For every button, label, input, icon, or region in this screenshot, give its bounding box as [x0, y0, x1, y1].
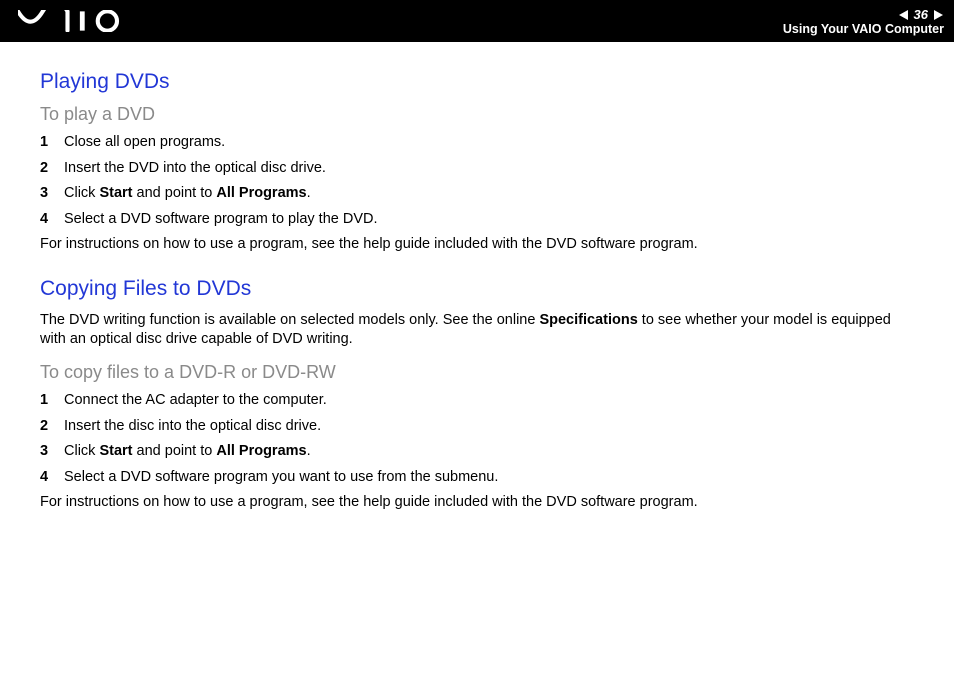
step-row: 2 Insert the DVD into the optical disc d… — [40, 159, 914, 179]
step-text: Click Start and point to All Programs. — [64, 184, 914, 204]
heading-copying-dvds: Copying Files to DVDs — [40, 277, 914, 301]
step-row: 3 Click Start and point to All Programs. — [40, 442, 914, 462]
step-row: 4 Select a DVD software program to play … — [40, 210, 914, 230]
section-copying: Copying Files to DVDs The DVD writing fu… — [40, 277, 914, 513]
step-text: Click Start and point to All Programs. — [64, 442, 914, 462]
step-row: 3 Click Start and point to All Programs. — [40, 184, 914, 204]
header-bar: 36 Using Your VAIO Computer — [0, 0, 954, 42]
step-number: 2 — [40, 159, 64, 179]
prev-page-icon[interactable] — [898, 9, 910, 21]
header-right: 36 Using Your VAIO Computer — [783, 6, 944, 36]
step-number: 2 — [40, 417, 64, 437]
note-text: For instructions on how to use a program… — [40, 493, 914, 513]
step-text: Close all open programs. — [64, 133, 914, 153]
heading-playing-dvds: Playing DVDs — [40, 70, 914, 94]
step-row: 2 Insert the disc into the optical disc … — [40, 417, 914, 437]
step-text: Insert the disc into the optical disc dr… — [64, 417, 914, 437]
step-number: 1 — [40, 133, 64, 153]
step-number: 3 — [40, 442, 64, 462]
note-text: For instructions on how to use a program… — [40, 235, 914, 255]
next-page-icon[interactable] — [932, 9, 944, 21]
step-number: 3 — [40, 184, 64, 204]
step-text: Select a DVD software program to play th… — [64, 210, 914, 230]
step-row: 1 Close all open programs. — [40, 133, 914, 153]
step-row: 1 Connect the AC adapter to the computer… — [40, 391, 914, 411]
step-text: Connect the AC adapter to the computer. — [64, 391, 914, 411]
vaio-logo — [18, 10, 128, 32]
subheading-to-play: To play a DVD — [40, 104, 914, 125]
intro-text: The DVD writing function is available on… — [40, 311, 914, 350]
section-label: Using Your VAIO Computer — [783, 23, 944, 36]
step-text: Select a DVD software program you want t… — [64, 468, 914, 488]
step-number: 4 — [40, 468, 64, 488]
step-number: 4 — [40, 210, 64, 230]
content-area: Playing DVDs To play a DVD 1 Close all o… — [0, 42, 954, 539]
page-number: 36 — [914, 8, 928, 21]
page-nav: 36 — [898, 8, 944, 21]
step-number: 1 — [40, 391, 64, 411]
step-row: 4 Select a DVD software program you want… — [40, 468, 914, 488]
subheading-to-copy: To copy files to a DVD-R or DVD-RW — [40, 362, 914, 383]
step-text: Insert the DVD into the optical disc dri… — [64, 159, 914, 179]
